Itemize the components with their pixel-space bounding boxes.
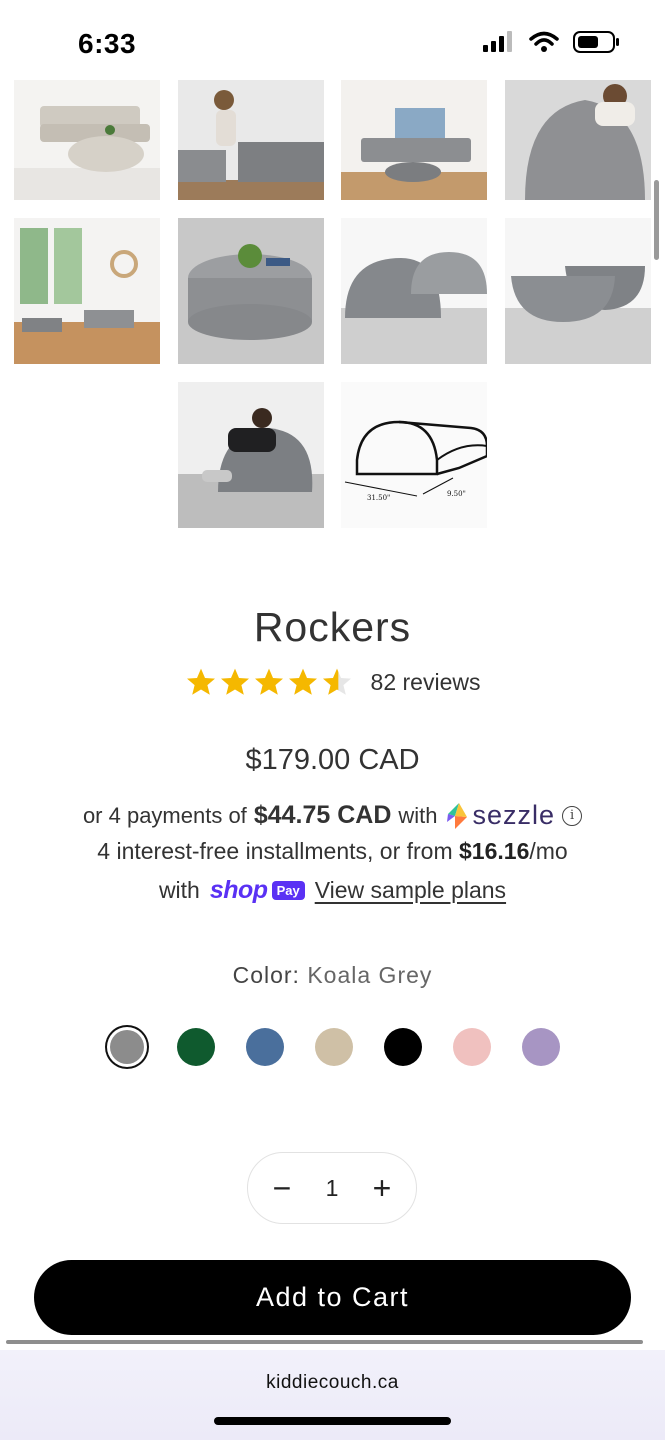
shoppay-suffix: /mo bbox=[529, 838, 568, 864]
gallery-thumb-6[interactable] bbox=[178, 218, 324, 364]
gallery-thumb-3[interactable] bbox=[341, 80, 487, 200]
home-indicator[interactable] bbox=[214, 1417, 451, 1425]
status-icons bbox=[483, 30, 621, 54]
gallery-thumb-8[interactable] bbox=[505, 218, 651, 364]
increase-quantity-button[interactable]: + bbox=[362, 1168, 402, 1208]
reviews-count[interactable]: 82 reviews bbox=[371, 669, 481, 696]
star-icon bbox=[288, 668, 317, 695]
decrease-quantity-button[interactable]: − bbox=[262, 1168, 302, 1208]
swatch-black[interactable] bbox=[384, 1028, 422, 1066]
browser-bottom-bar bbox=[0, 1350, 665, 1440]
quantity-value[interactable]: 1 bbox=[326, 1175, 339, 1202]
star-icon bbox=[220, 668, 249, 695]
color-label: Color: Koala Grey bbox=[0, 962, 665, 989]
product-title: Rockers bbox=[253, 604, 412, 650]
gallery-thumb-5[interactable] bbox=[14, 218, 160, 364]
star-icon bbox=[254, 668, 283, 695]
rating-row[interactable]: 82 reviews bbox=[0, 666, 665, 698]
pay-badge: Pay bbox=[271, 881, 305, 900]
status-time: 6:33 bbox=[78, 28, 137, 59]
diagram-length-label: 31.50" bbox=[367, 494, 390, 502]
sezzle-logo[interactable]: sezzle bbox=[445, 800, 556, 831]
sezzle-mark-icon bbox=[446, 802, 467, 829]
swatch-blue[interactable] bbox=[246, 1028, 284, 1066]
color-label-prefix: Color: bbox=[232, 962, 300, 988]
shoppay-logo: shop Pay bbox=[210, 876, 305, 905]
gallery-thumb-7[interactable] bbox=[341, 218, 487, 364]
shoppay-row: with shop Pay View sample plans bbox=[0, 876, 665, 905]
gallery-thumb-9[interactable] bbox=[178, 382, 324, 528]
sezzle-amount: $44.75 CAD bbox=[253, 801, 392, 829]
status-bar: 6:33 bbox=[0, 0, 665, 80]
sezzle-wordmark: sezzle bbox=[472, 800, 556, 830]
gallery-thumb-1[interactable] bbox=[14, 80, 160, 200]
product-price: $179.00 CAD bbox=[245, 744, 420, 776]
color-swatches bbox=[108, 1028, 560, 1066]
gallery-thumb-4[interactable] bbox=[505, 80, 651, 200]
page-scrollbar[interactable] bbox=[654, 180, 659, 260]
add-to-cart-button[interactable]: Add to Cart bbox=[34, 1260, 631, 1335]
swatch-lavender[interactable] bbox=[522, 1028, 560, 1066]
address-bar-url[interactable]: kiddiecouch.ca bbox=[0, 1372, 665, 1394]
swatch-pink[interactable] bbox=[453, 1028, 491, 1066]
wifi-icon bbox=[529, 31, 559, 52]
shoppay-text: 4 interest-free installments, or from bbox=[97, 838, 460, 864]
star-rating bbox=[185, 666, 353, 698]
battery-icon bbox=[573, 31, 619, 53]
shoppay-amount: $16.16 bbox=[459, 838, 530, 864]
swatch-koala-grey[interactable] bbox=[110, 1030, 144, 1064]
info-icon[interactable]: i bbox=[562, 805, 583, 826]
diagram-depth-label: 9.50" bbox=[447, 490, 466, 498]
progress-divider bbox=[6, 1340, 643, 1344]
shoppay-with: with bbox=[158, 877, 200, 903]
shoppay-installments-text: 4 interest-free installments, or from $1… bbox=[0, 838, 665, 865]
star-icon bbox=[186, 668, 215, 695]
swatch-green[interactable] bbox=[177, 1028, 215, 1066]
swatch-beige[interactable] bbox=[315, 1028, 353, 1066]
cellular-signal-icon bbox=[483, 31, 512, 52]
sezzle-widget[interactable]: or 4 payments of $44.75 CAD with sezzle … bbox=[0, 800, 665, 831]
half-star-icon bbox=[322, 668, 351, 695]
quantity-stepper: − 1 + bbox=[247, 1152, 417, 1224]
gallery-thumb-10-diagram[interactable]: 31.50" 9.50" bbox=[341, 382, 487, 528]
sezzle-prefix: or 4 payments of bbox=[82, 802, 247, 828]
color-selected-value: Koala Grey bbox=[307, 962, 433, 988]
shop-wordmark: shop bbox=[209, 876, 268, 904]
view-sample-plans-link[interactable]: View sample plans bbox=[315, 877, 506, 904]
sezzle-with: with bbox=[398, 802, 438, 828]
gallery-thumb-2[interactable] bbox=[178, 80, 324, 200]
